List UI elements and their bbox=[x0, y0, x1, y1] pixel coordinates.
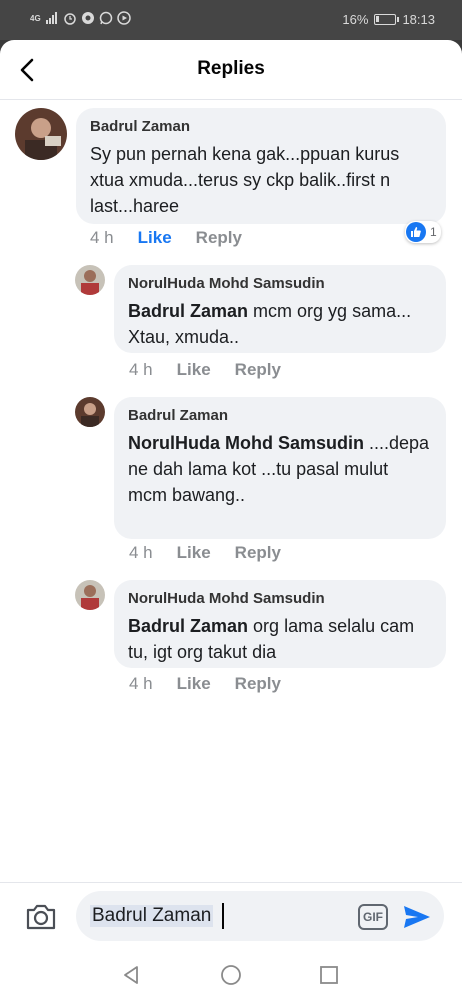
comment-text: Badrul Zaman org lama selalu cam tu, igt… bbox=[128, 613, 432, 665]
reply-button[interactable]: Reply bbox=[235, 543, 281, 563]
comment-text: NorulHuda Mohd Samsudin ....depa ne dah … bbox=[128, 430, 432, 508]
reply-button[interactable]: Reply bbox=[235, 674, 281, 694]
battery-fill bbox=[376, 16, 380, 22]
like-count-value: 1 bbox=[430, 225, 437, 239]
battery-icon bbox=[374, 14, 400, 25]
mention[interactable]: NorulHuda Mohd Samsudin bbox=[128, 433, 364, 453]
status-bar: 4G 16% 18:13 bbox=[0, 0, 462, 40]
reaction-count[interactable]: 1 bbox=[405, 221, 441, 243]
comment-time: 4 h bbox=[129, 674, 153, 693]
app-notification-icon bbox=[81, 12, 94, 24]
whatsapp-icon bbox=[99, 11, 112, 25]
reply-button[interactable]: Reply bbox=[196, 228, 242, 248]
replies-sheet: Replies Badrul Zaman Sy pun pernah kena … bbox=[0, 40, 462, 1000]
comment-bubble[interactable]: NorulHuda Mohd Samsudin Badrul Zaman org… bbox=[114, 580, 446, 668]
play-icon bbox=[116, 11, 131, 25]
reply-input-value[interactable]: Badrul Zaman bbox=[90, 905, 214, 927]
comment-bubble[interactable]: NorulHuda Mohd Samsudin Badrul Zaman mcm… bbox=[114, 265, 446, 353]
comment-author[interactable]: Badrul Zaman bbox=[90, 118, 432, 135]
reply-composer: Badrul Zaman GIF bbox=[0, 882, 462, 950]
avatar[interactable] bbox=[75, 397, 105, 427]
system-nav-bar bbox=[0, 950, 462, 1000]
comment-bubble[interactable]: Badrul Zaman NorulHuda Mohd Samsudin ...… bbox=[114, 397, 446, 539]
avatar[interactable] bbox=[15, 108, 67, 160]
like-button[interactable]: Like bbox=[138, 228, 172, 248]
comment-time: 4 h bbox=[129, 543, 153, 562]
avatar-photo bbox=[75, 265, 105, 295]
avatar[interactable] bbox=[75, 265, 105, 295]
mention[interactable]: Badrul Zaman bbox=[128, 301, 248, 321]
comment-text: Sy pun pernah kena gak...ppuan kurus xtu… bbox=[90, 144, 400, 216]
send-icon[interactable] bbox=[402, 903, 432, 931]
comment-time: 4 h bbox=[129, 360, 153, 379]
comment-time: 4 h bbox=[90, 228, 114, 247]
comment-text: Badrul Zaman mcm org yg sama... Xtau, xm… bbox=[128, 298, 432, 350]
avatar-photo bbox=[75, 397, 105, 427]
battery-percent: 16% bbox=[342, 12, 369, 27]
alarm-icon bbox=[63, 13, 76, 25]
page-title: Replies bbox=[197, 58, 265, 79]
reply-button[interactable]: Reply bbox=[235, 360, 281, 380]
reply-input[interactable]: Badrul Zaman GIF bbox=[76, 891, 444, 941]
like-button[interactable]: Like bbox=[177, 543, 211, 563]
like-button[interactable]: Like bbox=[177, 674, 211, 694]
avatar-photo bbox=[75, 580, 105, 610]
home-circle-icon[interactable] bbox=[220, 964, 242, 986]
signal-icon bbox=[45, 12, 57, 24]
camera-icon[interactable] bbox=[24, 901, 58, 933]
avatar[interactable] bbox=[75, 580, 105, 610]
status-left-icons: 4G bbox=[30, 11, 131, 25]
header: Replies bbox=[0, 40, 462, 100]
recents-square-icon[interactable] bbox=[318, 964, 340, 986]
like-button[interactable]: Like bbox=[177, 360, 211, 380]
text-cursor bbox=[222, 903, 224, 929]
avatar-photo bbox=[15, 108, 67, 160]
network-label: 4G bbox=[30, 13, 41, 23]
comment-bubble[interactable]: Badrul Zaman Sy pun pernah kena gak...pp… bbox=[76, 108, 446, 224]
thumbs-up-icon bbox=[406, 222, 426, 242]
clock: 18:13 bbox=[402, 12, 435, 27]
back-triangle-icon[interactable] bbox=[120, 964, 142, 986]
comment-actions: 4 h Like Reply bbox=[129, 360, 305, 380]
comment-actions: 4 h Like Reply bbox=[90, 228, 266, 248]
comment-actions: 4 h Like Reply bbox=[129, 674, 305, 694]
comment-author[interactable]: Badrul Zaman bbox=[128, 407, 432, 424]
comment-author[interactable]: NorulHuda Mohd Samsudin bbox=[128, 590, 432, 607]
status-right: 16% 18:13 bbox=[342, 12, 435, 27]
gif-button[interactable]: GIF bbox=[358, 904, 388, 930]
comment-author[interactable]: NorulHuda Mohd Samsudin bbox=[128, 275, 432, 292]
comment-actions: 4 h Like Reply bbox=[129, 543, 305, 563]
mention[interactable]: Badrul Zaman bbox=[128, 616, 248, 636]
